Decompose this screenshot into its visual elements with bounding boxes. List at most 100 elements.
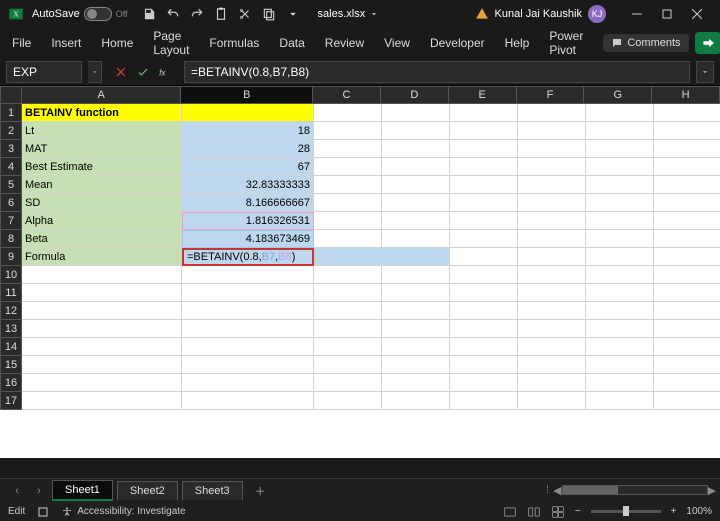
formula-bar[interactable]: =BETAINV(0.8,B7,B8) bbox=[184, 61, 690, 83]
cell-B11[interactable] bbox=[182, 284, 314, 302]
cell-C17[interactable] bbox=[314, 392, 382, 410]
cell-A9[interactable]: Formula bbox=[22, 248, 182, 266]
cell-F1[interactable] bbox=[518, 104, 586, 122]
cell-D12[interactable] bbox=[382, 302, 450, 320]
cell-H5[interactable] bbox=[654, 176, 720, 194]
macro-icon[interactable] bbox=[37, 506, 49, 518]
cell-B17[interactable] bbox=[182, 392, 314, 410]
cell-E3[interactable] bbox=[450, 140, 518, 158]
enter-icon[interactable] bbox=[136, 65, 150, 79]
cell-C14[interactable] bbox=[314, 338, 382, 356]
cell-H9[interactable] bbox=[654, 248, 720, 266]
row-header-17[interactable]: 17 bbox=[0, 392, 22, 410]
cell-F11[interactable] bbox=[518, 284, 586, 302]
cell-B1[interactable] bbox=[182, 104, 314, 122]
cell-C15[interactable] bbox=[314, 356, 382, 374]
tab-formulas[interactable]: Formulas bbox=[209, 36, 259, 50]
autosave-toggle[interactable]: AutoSave Off bbox=[32, 7, 128, 21]
add-sheet-button[interactable]: ＋ bbox=[255, 483, 266, 499]
cell-F14[interactable] bbox=[518, 338, 586, 356]
cell-C7[interactable] bbox=[314, 212, 382, 230]
cell-A1[interactable]: BETAINV function bbox=[22, 104, 182, 122]
cell-G15[interactable] bbox=[586, 356, 654, 374]
cell-C12[interactable] bbox=[314, 302, 382, 320]
cell-D8[interactable] bbox=[382, 230, 450, 248]
cell-E4[interactable] bbox=[450, 158, 518, 176]
tab-developer[interactable]: Developer bbox=[430, 36, 485, 50]
cells-area[interactable]: BETAINV functionLt18MAT28Best Estimate67… bbox=[22, 104, 720, 458]
tab-power-pivot[interactable]: Power Pivot bbox=[549, 29, 583, 57]
cell-B8[interactable]: 4.183673469 bbox=[182, 230, 314, 248]
cell-A2[interactable]: Lt bbox=[22, 122, 182, 140]
cell-H14[interactable] bbox=[654, 338, 720, 356]
cell-B10[interactable] bbox=[182, 266, 314, 284]
cell-B9[interactable]: =BETAINV(0.8,B7,B8) bbox=[182, 248, 314, 266]
cell-D10[interactable] bbox=[382, 266, 450, 284]
cell-H17[interactable] bbox=[654, 392, 720, 410]
scrollbar-thumb[interactable] bbox=[563, 486, 618, 494]
cell-A4[interactable]: Best Estimate bbox=[22, 158, 182, 176]
cell-D17[interactable] bbox=[382, 392, 450, 410]
name-box[interactable]: EXP bbox=[6, 61, 82, 83]
cell-D3[interactable] bbox=[382, 140, 450, 158]
undo-icon[interactable] bbox=[166, 7, 180, 21]
comments-button[interactable]: Comments bbox=[603, 34, 688, 52]
cell-A3[interactable]: MAT bbox=[22, 140, 182, 158]
cell-G2[interactable] bbox=[586, 122, 654, 140]
cell-H16[interactable] bbox=[654, 374, 720, 392]
cut-icon[interactable] bbox=[238, 7, 252, 21]
cell-E2[interactable] bbox=[450, 122, 518, 140]
cell-A12[interactable] bbox=[22, 302, 182, 320]
col-header-G[interactable]: G bbox=[584, 86, 652, 104]
row-header-16[interactable]: 16 bbox=[0, 374, 22, 392]
sheet-nav-next[interactable]: › bbox=[30, 482, 48, 500]
cell-D13[interactable] bbox=[382, 320, 450, 338]
cell-A5[interactable]: Mean bbox=[22, 176, 182, 194]
cell-B6[interactable]: 8.166666667 bbox=[182, 194, 314, 212]
cell-C1[interactable] bbox=[314, 104, 382, 122]
cell-C3[interactable] bbox=[314, 140, 382, 158]
save-icon[interactable] bbox=[142, 7, 156, 21]
cell-G12[interactable] bbox=[586, 302, 654, 320]
cell-B15[interactable] bbox=[182, 356, 314, 374]
row-header-6[interactable]: 6 bbox=[0, 194, 22, 212]
cell-H6[interactable] bbox=[654, 194, 720, 212]
cell-E1[interactable] bbox=[450, 104, 518, 122]
row-header-9[interactable]: 9 bbox=[0, 248, 22, 266]
cell-H12[interactable] bbox=[654, 302, 720, 320]
cell-H8[interactable] bbox=[654, 230, 720, 248]
row-header-15[interactable]: 15 bbox=[0, 356, 22, 374]
cell-F6[interactable] bbox=[518, 194, 586, 212]
tab-data[interactable]: Data bbox=[279, 36, 304, 50]
col-header-B[interactable]: B bbox=[181, 86, 313, 104]
page-break-view-icon[interactable] bbox=[551, 505, 565, 519]
page-layout-view-icon[interactable] bbox=[527, 505, 541, 519]
col-header-C[interactable]: C bbox=[313, 86, 381, 104]
cell-G8[interactable] bbox=[586, 230, 654, 248]
cell-H1[interactable] bbox=[654, 104, 720, 122]
col-header-F[interactable]: F bbox=[517, 86, 585, 104]
cell-E12[interactable] bbox=[450, 302, 518, 320]
cell-D2[interactable] bbox=[382, 122, 450, 140]
cell-F5[interactable] bbox=[518, 176, 586, 194]
cell-D16[interactable] bbox=[382, 374, 450, 392]
tab-view[interactable]: View bbox=[384, 36, 410, 50]
user-account[interactable]: Kunal Jai Kaushik KJ bbox=[475, 5, 606, 23]
tab-file[interactable]: File bbox=[12, 36, 31, 50]
cell-G3[interactable] bbox=[586, 140, 654, 158]
cell-F10[interactable] bbox=[518, 266, 586, 284]
row-header-2[interactable]: 2 bbox=[0, 122, 22, 140]
tab-page-layout[interactable]: Page Layout bbox=[153, 29, 189, 57]
paste-icon[interactable] bbox=[214, 7, 228, 21]
cell-F4[interactable] bbox=[518, 158, 586, 176]
cell-G9[interactable] bbox=[586, 248, 654, 266]
cell-A15[interactable] bbox=[22, 356, 182, 374]
cell-A14[interactable] bbox=[22, 338, 182, 356]
cell-B3[interactable]: 28 bbox=[182, 140, 314, 158]
cell-F15[interactable] bbox=[518, 356, 586, 374]
cell-H7[interactable] bbox=[654, 212, 720, 230]
sheet-tab-2[interactable]: Sheet2 bbox=[117, 481, 178, 500]
cell-D14[interactable] bbox=[382, 338, 450, 356]
cell-A6[interactable]: SD bbox=[22, 194, 182, 212]
copy-icon[interactable] bbox=[262, 7, 276, 21]
